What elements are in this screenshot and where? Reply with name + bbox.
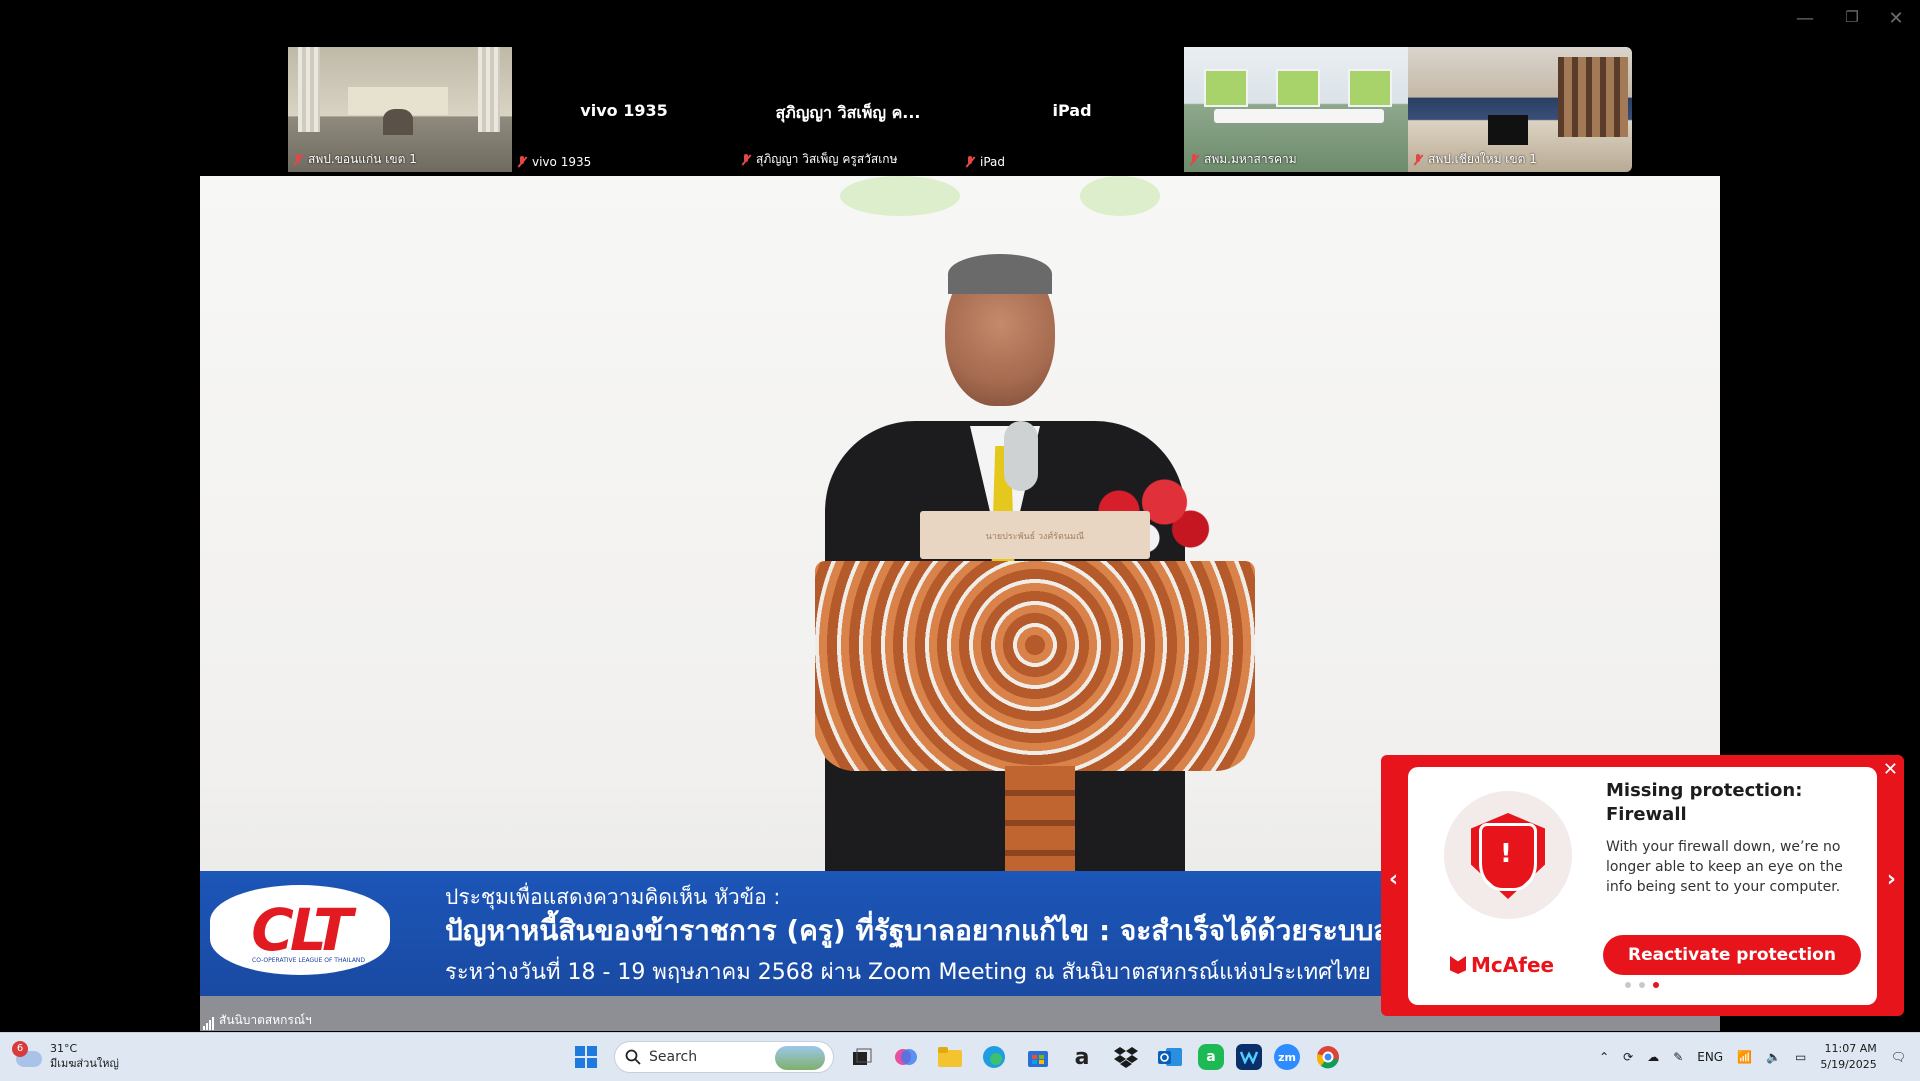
dropbox-icon[interactable] [1110,1041,1142,1073]
podium [815,561,1255,771]
mcafee-notification: ✕ ‹ › ! Missing protection: Firewall Wit… [1381,755,1904,1016]
close-window-button[interactable]: ✕ [1876,8,1916,29]
windows-start-icon[interactable] [570,1041,602,1073]
chevron-up-icon[interactable]: ⌃ [1599,1050,1609,1064]
participant-name: สพป.ขอนแก่น เขต 1 [308,152,417,166]
reactivate-protection-button[interactable]: Reactivate protection [1603,935,1861,975]
onedrive-icon[interactable]: ☁ [1647,1050,1659,1064]
participant-tile[interactable]: สุภิญญา วิสเพ็ญ ค... สุภิญญา วิสเพ็ญ ครู… [736,47,960,172]
mic-muted-icon [1412,153,1424,166]
clock[interactable]: 11:07 AM 5/19/2025 [1820,1041,1876,1073]
participant-name: vivo 1935 [532,155,592,169]
close-icon[interactable]: ✕ [1883,759,1898,780]
participant-gallery: สพป.ขอนแก่น เขต 1 vivo 1935 vivo 1935 สุ… [288,47,1633,172]
outlook-icon[interactable] [1154,1041,1186,1073]
restore-button[interactable]: ❐ [1832,8,1872,26]
presenter-name: สันนิบาตสหกรณ์ฯ [219,1013,312,1027]
participant-name: สพป.เชียงใหม่ เขต 1 [1428,152,1537,166]
clock-time: 11:07 AM [1824,1042,1877,1055]
banner-date: ระหว่างวันที่ 18 - 19 พฤษภาคม 2568 ผ่าน … [445,960,1371,985]
participant-tile[interactable]: สพม.มหาสารคาม [1184,47,1408,172]
file-explorer-icon[interactable] [934,1041,966,1073]
webex-icon[interactable] [1236,1044,1262,1070]
volume-icon[interactable]: 🔈 [1766,1050,1781,1064]
amazon-icon[interactable]: a [1066,1041,1098,1073]
notification-title: Missing protection: Firewall [1606,780,1803,825]
participant-name: iPad [980,155,1006,169]
task-view-icon[interactable] [846,1041,878,1073]
taskbar: 6 31°C มีเมฆส่วนใหญ่ Search a a zm ⌃ ⟳ ☁ [0,1032,1920,1081]
notification-body: With your firewall down, we’re no longer… [1606,839,1843,895]
pen-input-icon[interactable]: ✎ [1673,1050,1683,1064]
chevron-left-icon[interactable]: ‹ [1389,867,1398,892]
participant-tile[interactable]: สพป.เชียงใหม่ เขต 1 [1408,47,1632,172]
participant-name: สพม.มหาสารคาม [1204,152,1297,166]
participant-name: สุภิญญา วิสเพ็ญ ครูสวัสเกษ [756,152,898,166]
zoom-icon[interactable]: zm [1274,1044,1300,1070]
cloud-icon: 6 [12,1041,42,1067]
sync-icon[interactable]: ⟳ [1623,1050,1633,1064]
weather-description: มีเมฆส่วนใหญ่ [50,1057,119,1070]
edge-icon[interactable] [978,1041,1010,1073]
participant-display-name: vivo 1935 [580,101,668,120]
podium-nameplate: นายประพันธ์ วงศ์รัตนมณี [920,511,1150,559]
notification-card: ! Missing protection: Firewall With your… [1408,767,1877,1005]
participant-display-name: iPad [1052,101,1092,120]
video-label: สันนิบาตสหกรณ์ฯ [203,1011,312,1030]
carousel-dot[interactable] [1639,982,1645,988]
wifi-icon[interactable]: 📶 [1737,1050,1752,1064]
clock-date: 5/19/2025 [1820,1058,1877,1071]
participant-tile[interactable]: สพป.ขอนแก่น เขต 1 [288,47,512,172]
mic-muted-icon [740,153,752,166]
weather-widget[interactable]: 6 31°C มีเมฆส่วนใหญ่ [12,1041,119,1071]
clt-logo: CLT CO-OPERATIVE LEAGUE OF THAILAND [210,885,390,975]
weather-temperature: 31°C [50,1042,78,1055]
search-box[interactable]: Search [614,1041,834,1073]
banner-topic: ปัญหาหนี้สินของข้าราชการ (ครู) ที่รัฐบาล… [445,914,1391,947]
chrome-icon[interactable] [1312,1041,1344,1073]
carousel-dots [1625,982,1659,988]
mcafee-shield-icon [1450,956,1466,974]
participant-tile[interactable]: iPad iPad [960,47,1184,172]
participant-tile[interactable]: vivo 1935 vivo 1935 [512,47,736,172]
minimize-button[interactable]: — [1785,8,1825,29]
notifications-icon[interactable]: 🗨 [1891,1050,1906,1064]
signal-strength-icon [203,1017,214,1030]
system-tray: ⌃ ⟳ ☁ ✎ ENG 📶 🔈 ▭ 11:07 AM 5/19/2025 🗨 [1599,1041,1906,1073]
language-indicator[interactable]: ENG [1697,1050,1723,1064]
mic-muted-icon [516,156,528,168]
participant-display-name: สุภิญญา วิสเพ็ญ ค... [775,103,921,122]
microphone [1004,421,1038,491]
taskbar-apps: Search a a zm [570,1041,1344,1073]
battery-icon[interactable]: ▭ [1795,1050,1806,1064]
mic-muted-icon [964,156,976,168]
mic-muted-icon [1188,153,1200,166]
search-icon [625,1049,641,1065]
line-app-icon[interactable]: a [1198,1044,1224,1070]
carousel-dot[interactable] [1653,982,1659,988]
copilot-icon[interactable] [890,1041,922,1073]
weather-badge: 6 [12,1041,28,1057]
mic-muted-icon [292,153,304,166]
mcafee-logo: McAfee [1450,953,1554,977]
chevron-right-icon[interactable]: › [1887,867,1896,892]
search-placeholder: Search [649,1049,698,1065]
microsoft-store-icon[interactable] [1022,1041,1054,1073]
carousel-dot[interactable] [1625,982,1631,988]
